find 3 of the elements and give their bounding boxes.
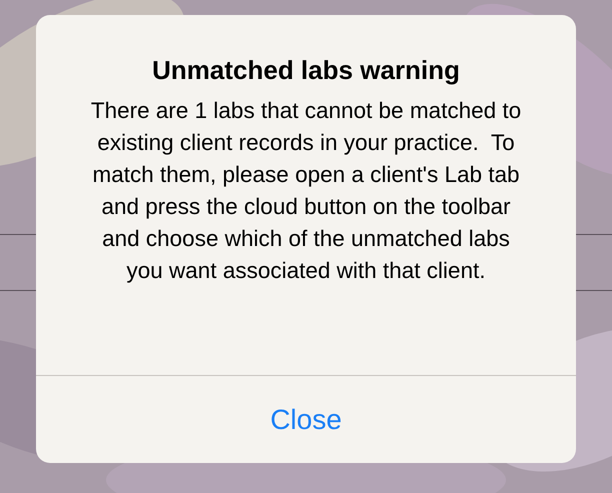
close-button[interactable]: Close [36,376,576,463]
alert-title: Unmatched labs warning [152,54,460,87]
alert-message: There are 1 labs that cannot be matched to existing client records in your practice. To match them, please open a client's Lab tab and press the cloud button on the toolbar and choose which of the unmatched labs you want associated with that client. [90,97,522,285]
